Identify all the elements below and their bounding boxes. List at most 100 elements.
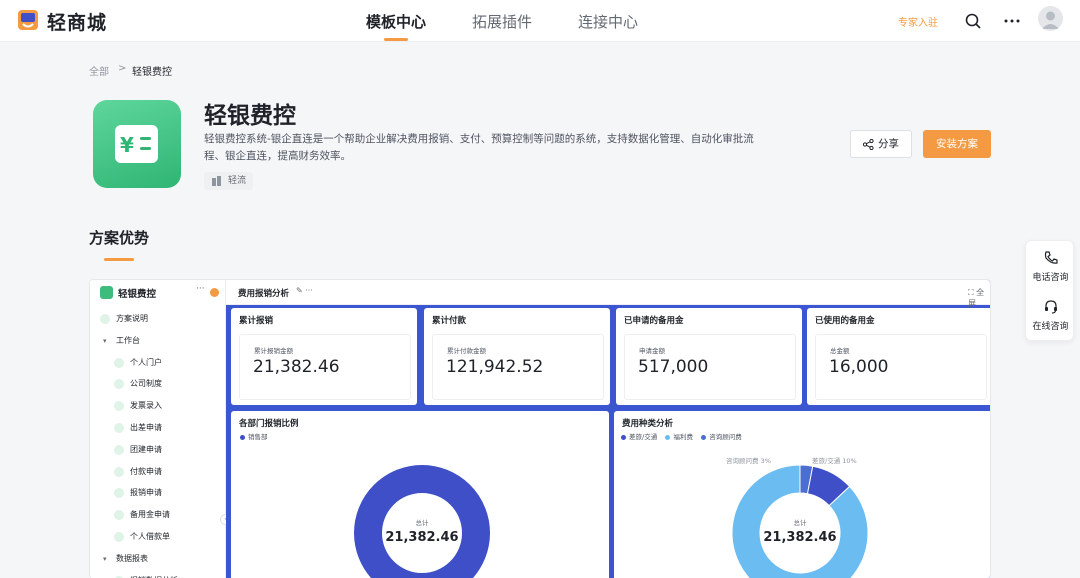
app-icon: ¥ [93,100,181,188]
pie-slice[interactable] [354,465,490,578]
sidebar-item-label: 出差申请 [130,423,162,432]
preview-sidebar: 轻银费控 ··· 方案说明 ▾ 工作台个人门户公司制度发票录入出差申请团建申请付款申… [90,280,226,578]
stat-value: 16,000 [829,357,889,377]
install-solution-button[interactable]: 安装方案 [923,130,991,158]
donut-center-value: 21,382.46 [385,530,458,545]
stat-card-body: 总金额 16,000 [815,334,987,400]
donut-center-label: 总计 [794,518,808,527]
tab-connection-center[interactable]: 连接中心 [578,11,638,32]
stat-card-body: 申请金额 517,000 [624,334,796,400]
sidebar-item[interactable]: 个人门户 [114,357,162,369]
sidebar-item-label: 方案说明 [116,314,148,323]
brand-name[interactable]: 轻商城 [47,8,107,35]
user-avatar[interactable] [1038,6,1063,31]
sidebar-item-label: 公司制度 [130,379,162,389]
building-icon [212,176,221,186]
sidebar-item[interactable]: 公司制度 [114,378,162,390]
chevron-down-icon: ▾ [103,554,107,563]
stat-label: 总金额 [830,347,850,355]
phone-icon [1044,251,1058,264]
menu-item-icon [114,401,124,412]
sidebar-item[interactable]: 出差申请 [114,422,162,434]
tab-template-center[interactable]: 模板中心 [366,11,427,41]
fullscreen-button[interactable]: ⛶ 全屏 [968,287,990,309]
source-tag: 轻流 [204,172,254,190]
stat-card-title: 已使用的备用金 [815,316,875,326]
menu-item-icon [114,357,124,368]
solution-preview: 轻银费控 ··· 方案说明 ▾ 工作台个人门户公司制度发票录入出差申请团建申请付款申… [89,279,991,578]
sidebar-item-label: 个人借款单 [130,532,170,541]
stat-card: 已使用的备用金总金额 16,000 [807,308,990,405]
donut-center-value: 21,382.46 [763,530,836,545]
tab-label: 拓展插件 [472,13,533,31]
stat-label: 申请金额 [639,347,665,355]
stat-value: 517,000 [638,357,709,377]
stat-card: 累计付款 累计付款金额 121,942.52 [424,308,610,405]
stat-value: 121,942.52 [446,357,544,377]
breadcrumb-current: 轻银费控 [132,67,172,78]
sidebar-item[interactable]: 付款申请 [114,466,162,478]
stat-card: 已申请的备用金 申请金额 517,000 [616,308,802,405]
user-icon [1042,11,1059,29]
breadcrumb-root[interactable]: 全部 [89,63,109,78]
app-description: 轻银费控系统-银企直连是一个帮助企业解决费用报销、支付、预算控制等问题的系统，支… [204,133,754,162]
stat-label: 累计报销金额 [254,347,293,355]
stat-card-body: 累计报销金额 21,382.46 [239,334,411,400]
sidebar-more-icon[interactable]: ··· [196,284,205,294]
tag-label: 轻流 [228,176,247,186]
stat-card-body: 累计付款金额 121,942.52 [432,334,604,400]
sidebar-item-label: 数据报表 [116,553,148,563]
sidebar-item-label: 付款申请 [130,466,162,476]
online-consult-label: 在线咨询 [1032,322,1069,332]
share-icon [863,139,874,150]
svg-text:¥: ¥ [120,133,134,157]
sidebar-item[interactable]: 报销申请 [114,487,162,499]
dashboard-toolbar: 费用报销分析 ✎ ··· ⛶ 全屏 [226,280,990,308]
edit-more-icon[interactable]: ✎ ··· [296,286,313,295]
tab-label: 连接中心 [578,13,639,31]
stat-value: 21,382.46 [253,357,340,377]
breadcrumb-separator: > [118,63,127,74]
sidebar-item[interactable]: 团建申请 [114,444,162,456]
menu-item-icon [100,314,110,324]
preview-sidebar-title: 轻银费控 [118,289,157,300]
online-consult-button[interactable]: 在线咨询 [1026,299,1075,332]
sidebar-item-label: 个人门户 [130,357,162,367]
pie-slice-label: 咨询顾问费 3% [726,456,771,465]
section-underline [104,258,134,261]
menu-item-icon [114,466,124,477]
sidebar-item[interactable]: 发票录入 [114,400,162,412]
stat-card-title: 累计报销 [239,316,274,326]
stat-card-title: 已申请的备用金 [624,316,684,326]
chart-card-department: 各部门报销比例 销售部 总计 21,382.46 [231,411,609,578]
headset-icon [1044,300,1057,314]
sidebar-group[interactable]: ▾ 工作台 [103,335,140,347]
search-icon[interactable] [964,12,982,30]
menu-item-icon [114,488,124,499]
more-icon[interactable] [1003,12,1021,30]
tab-extension-plugins[interactable]: 拓展插件 [472,11,532,32]
tab-label: 模板中心 [366,13,427,31]
section-title: 方案优势 [89,229,150,247]
stat-card: 累计报销累计报销金额 21,382.46 [231,308,417,405]
menu-item-icon [114,444,124,455]
sidebar-item[interactable]: 方案说明 [100,313,148,325]
sidebar-item[interactable]: 备用金申请 [114,509,170,521]
share-button[interactable]: 分享 [850,130,912,158]
sidebar-item[interactable]: 个人借款单 [114,531,170,543]
brand-logo-icon[interactable] [17,9,39,31]
top-navbar: 轻商城 模板中心 拓展插件 连接中心 专家入驻 [0,0,1080,42]
sidebar-group[interactable]: ▾ 数据报表 [103,553,148,565]
menu-item-icon [114,423,124,433]
sidebar-add-icon[interactable] [210,288,219,297]
menu-item-icon [114,532,124,542]
expense-type-pie-chart: 总计 21,382.46 咨询顾问费 3% 差旅/交通 10% [726,456,869,578]
sidebar-item[interactable]: 报销数据分析 [114,575,178,578]
menu-item-icon [114,379,124,390]
pie-slice-label: 差旅/交通 10% [812,456,857,465]
stat-label: 累计付款金额 [447,347,486,355]
sidebar-item-label: 报销申请 [130,488,162,498]
donut-center-label: 总计 [416,518,430,527]
phone-consult-button[interactable]: 电话咨询 [1026,250,1075,283]
expert-entry-link[interactable]: 专家入驻 [898,14,938,29]
